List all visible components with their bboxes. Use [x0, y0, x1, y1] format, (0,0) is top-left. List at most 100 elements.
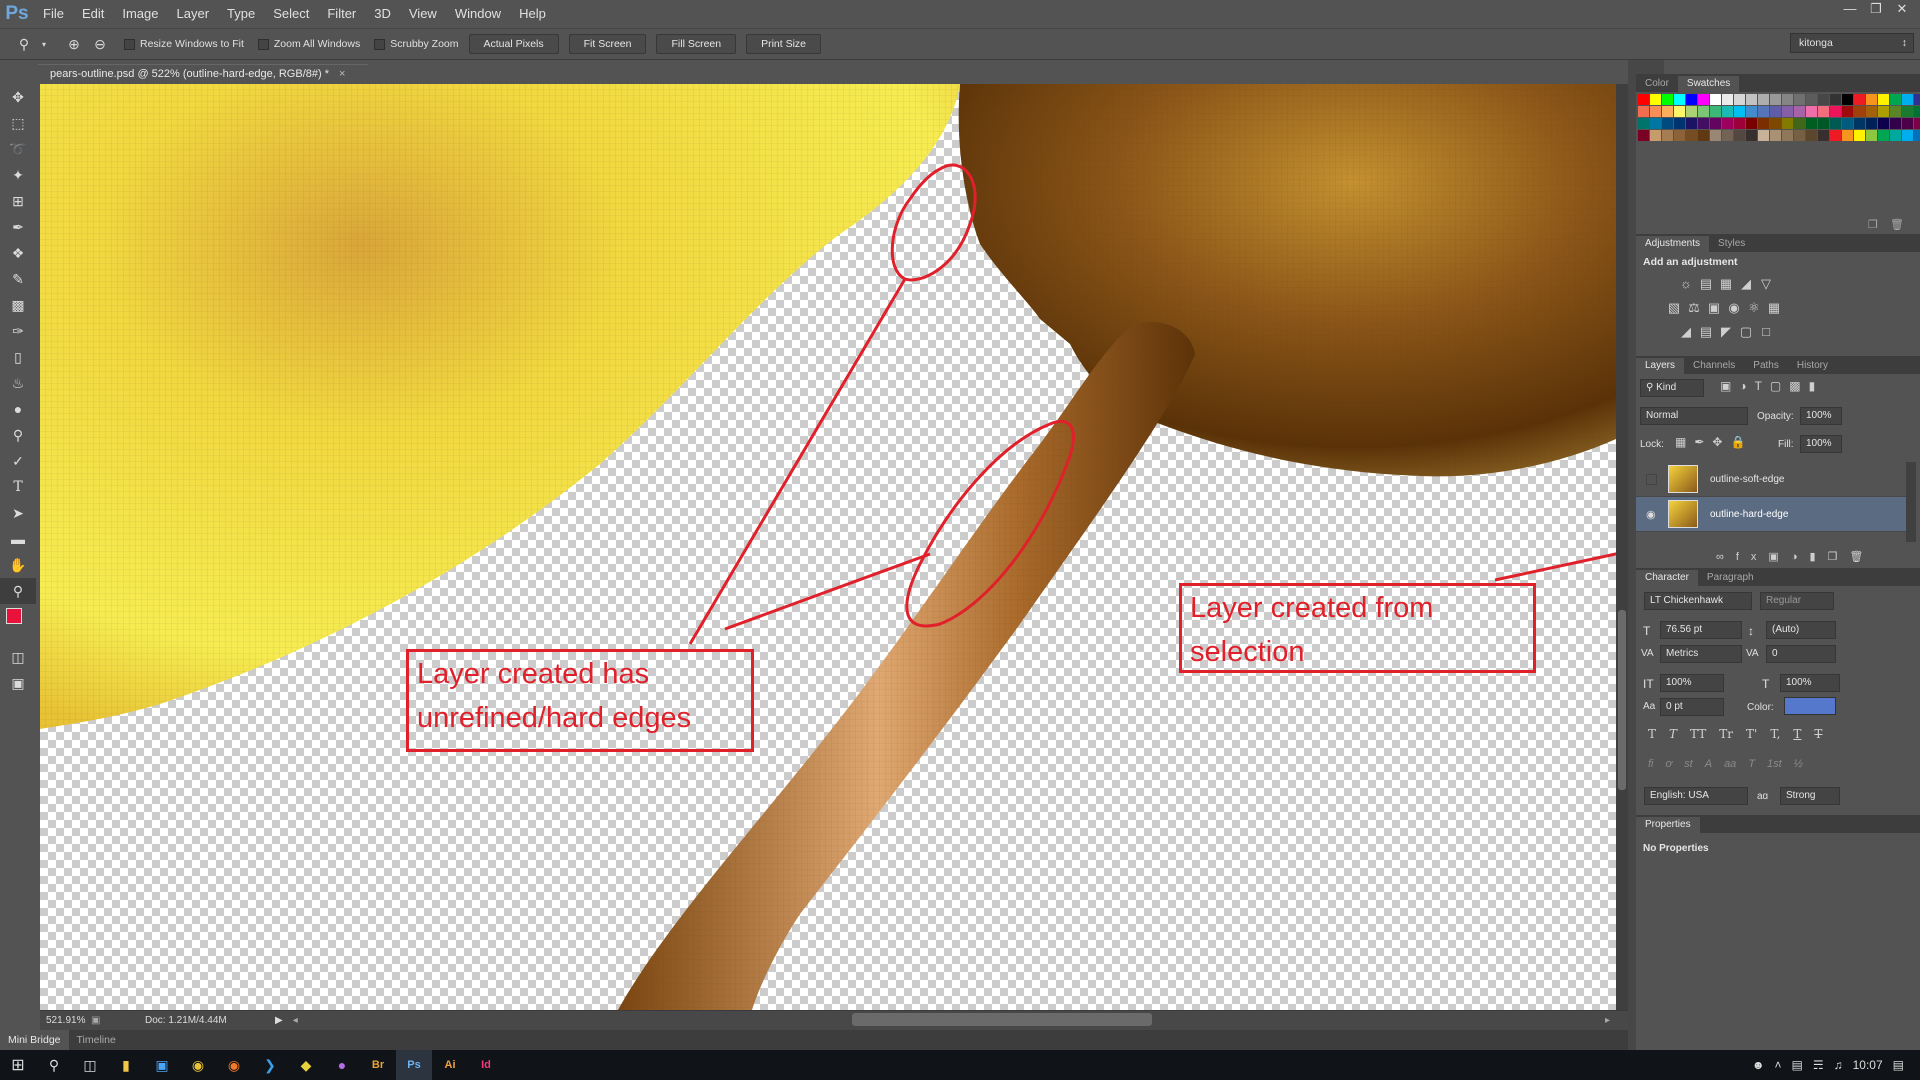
faux-bold-button[interactable]: T	[1648, 727, 1656, 741]
exposure-icon[interactable]: ◢	[1736, 275, 1756, 293]
eraser-tool-icon[interactable]: ▯	[0, 344, 36, 370]
store-icon[interactable]: ▣	[144, 1050, 180, 1080]
zoom-all-windows-checkbox[interactable]: Zoom All Windows	[257, 38, 360, 50]
color-swatch[interactable]	[1638, 106, 1649, 117]
menu-layer[interactable]: Layer	[168, 0, 219, 28]
workspace-select[interactable]: kitonga ↕	[1790, 33, 1914, 53]
clock-time[interactable]: 10:07	[1853, 1058, 1883, 1072]
zoom-tool-icon[interactable]: ⚲	[14, 34, 34, 54]
resize-windows-checkbox[interactable]: Resize Windows to Fit	[124, 38, 244, 50]
color-swatch[interactable]	[1818, 118, 1829, 129]
scroll-left-icon[interactable]: ◂	[293, 1015, 298, 1026]
path-selection-tool-icon[interactable]: ➤	[0, 500, 36, 526]
color-swatch[interactable]	[1722, 130, 1733, 141]
blend-mode-select[interactable]: Normal	[1640, 407, 1748, 425]
tab-adjustments[interactable]: Adjustments	[1636, 236, 1710, 252]
layer-filter-icons[interactable]: ▣◑T▢▩▮	[1720, 379, 1823, 393]
color-swatch[interactable]	[1878, 106, 1889, 117]
color-swatch[interactable]	[1818, 106, 1829, 117]
type-tool-icon[interactable]: T	[0, 474, 36, 500]
color-swatch[interactable]	[1698, 130, 1709, 141]
baseline-shift-input[interactable]: 0 pt	[1660, 698, 1724, 716]
status-menu-arrow-icon[interactable]: ▶	[275, 1015, 283, 1026]
move-tool-icon[interactable]: ✥	[0, 84, 36, 110]
menu-file[interactable]: File	[34, 0, 73, 28]
menu-type[interactable]: Type	[218, 0, 264, 28]
color-swatch[interactable]	[1674, 130, 1685, 141]
faux-italic-button[interactable]: T	[1669, 727, 1677, 741]
color-swatch[interactable]	[1638, 94, 1649, 105]
font-size-input[interactable]: 76.56 pt	[1660, 621, 1742, 639]
lasso-tool-icon[interactable]: ➰	[0, 136, 36, 162]
color-swatch[interactable]	[1890, 130, 1901, 141]
tab-paths[interactable]: Paths	[1744, 358, 1788, 374]
color-swatch[interactable]	[1914, 130, 1920, 141]
color-swatch[interactable]	[1794, 94, 1805, 105]
volume-icon[interactable]: ♫	[1834, 1058, 1843, 1072]
screen-mode-icon[interactable]: ▣	[0, 670, 36, 696]
color-swatch[interactable]	[1782, 106, 1793, 117]
color-swatch[interactable]	[1854, 118, 1865, 129]
color-swatch[interactable]	[1794, 118, 1805, 129]
color-swatch[interactable]	[1866, 106, 1877, 117]
vscode-icon[interactable]: ❯	[252, 1050, 288, 1080]
hue-saturation-icon[interactable]: ▧	[1664, 299, 1684, 317]
color-swatch[interactable]	[1662, 130, 1673, 141]
color-swatch[interactable]	[1902, 94, 1913, 105]
shape-tool-icon[interactable]: ▬	[0, 526, 36, 552]
color-swatch[interactable]	[1902, 130, 1913, 141]
color-swatch[interactable]	[1854, 130, 1865, 141]
visibility-toggle-off[interactable]	[1646, 473, 1657, 485]
dodge-tool-icon[interactable]: ⚲	[0, 422, 36, 448]
color-swatch[interactable]	[1638, 118, 1649, 129]
status-icon[interactable]: ▣	[91, 1015, 105, 1026]
close-tab-icon[interactable]: ×	[339, 68, 345, 80]
chevron-down-icon[interactable]: ▾	[40, 34, 48, 54]
color-swatch[interactable]	[1830, 118, 1841, 129]
color-swatch[interactable]	[1902, 118, 1913, 129]
windows-start-icon[interactable]: ⊞	[0, 1050, 36, 1080]
color-swatch[interactable]	[1806, 106, 1817, 117]
network-icon[interactable]: ▤	[1792, 1058, 1803, 1072]
color-swatch[interactable]	[1650, 130, 1661, 141]
marquee-tool-icon[interactable]: ⬚	[0, 110, 36, 136]
kerning-select[interactable]: Metrics	[1660, 645, 1742, 663]
delete-layer-icon[interactable]: 🗑	[1849, 551, 1875, 563]
horizontal-scale-input[interactable]: 100%	[1780, 674, 1840, 692]
color-swatch[interactable]	[1638, 130, 1649, 141]
clone-stamp-tool-icon[interactable]: ▩	[0, 292, 36, 318]
menu-view[interactable]: View	[400, 0, 446, 28]
pen-tool-icon[interactable]: ✓	[0, 448, 36, 474]
color-swatch[interactable]	[1650, 94, 1661, 105]
color-swatch[interactable]	[1890, 106, 1901, 117]
color-swatch[interactable]	[1758, 118, 1769, 129]
language-select[interactable]: English: USA	[1644, 787, 1748, 805]
threshold-icon[interactable]: ◤	[1716, 323, 1736, 341]
tab-timeline[interactable]: Timeline	[69, 1034, 124, 1046]
gradient-map-icon[interactable]: ▢	[1736, 323, 1756, 341]
tab-swatches[interactable]: Swatches	[1677, 76, 1740, 92]
color-swatch[interactable]	[1782, 118, 1793, 129]
font-style-select[interactable]: Regular	[1760, 592, 1834, 610]
color-swatch[interactable]	[1854, 94, 1865, 105]
posterize-icon[interactable]: ▤	[1696, 323, 1716, 341]
old-style-button[interactable]: ơ	[1666, 758, 1673, 770]
color-swatch[interactable]	[1758, 106, 1769, 117]
ordinals-button[interactable]: 1st	[1767, 758, 1782, 770]
color-swatch[interactable]	[1674, 94, 1685, 105]
eye-icon[interactable]: ◉	[1646, 508, 1656, 521]
vertical-scroll-thumb[interactable]	[1618, 610, 1626, 790]
tab-properties[interactable]: Properties	[1636, 817, 1700, 833]
color-swatch[interactable]	[1806, 94, 1817, 105]
text-color-swatch[interactable]	[1784, 697, 1836, 715]
strikethrough-button[interactable]: T	[1814, 727, 1822, 741]
color-swatch[interactable]	[1662, 94, 1673, 105]
color-swatch[interactable]	[1710, 94, 1721, 105]
color-swatch[interactable]	[1842, 118, 1853, 129]
zoom-out-icon[interactable]: ⊖	[90, 34, 110, 54]
color-swatch[interactable]	[1698, 94, 1709, 105]
color-swatch[interactable]	[1842, 94, 1853, 105]
color-swatch[interactable]	[1854, 106, 1865, 117]
paint-bucket-tool-icon[interactable]: ♨	[0, 370, 36, 396]
color-swatch[interactable]	[1686, 106, 1697, 117]
